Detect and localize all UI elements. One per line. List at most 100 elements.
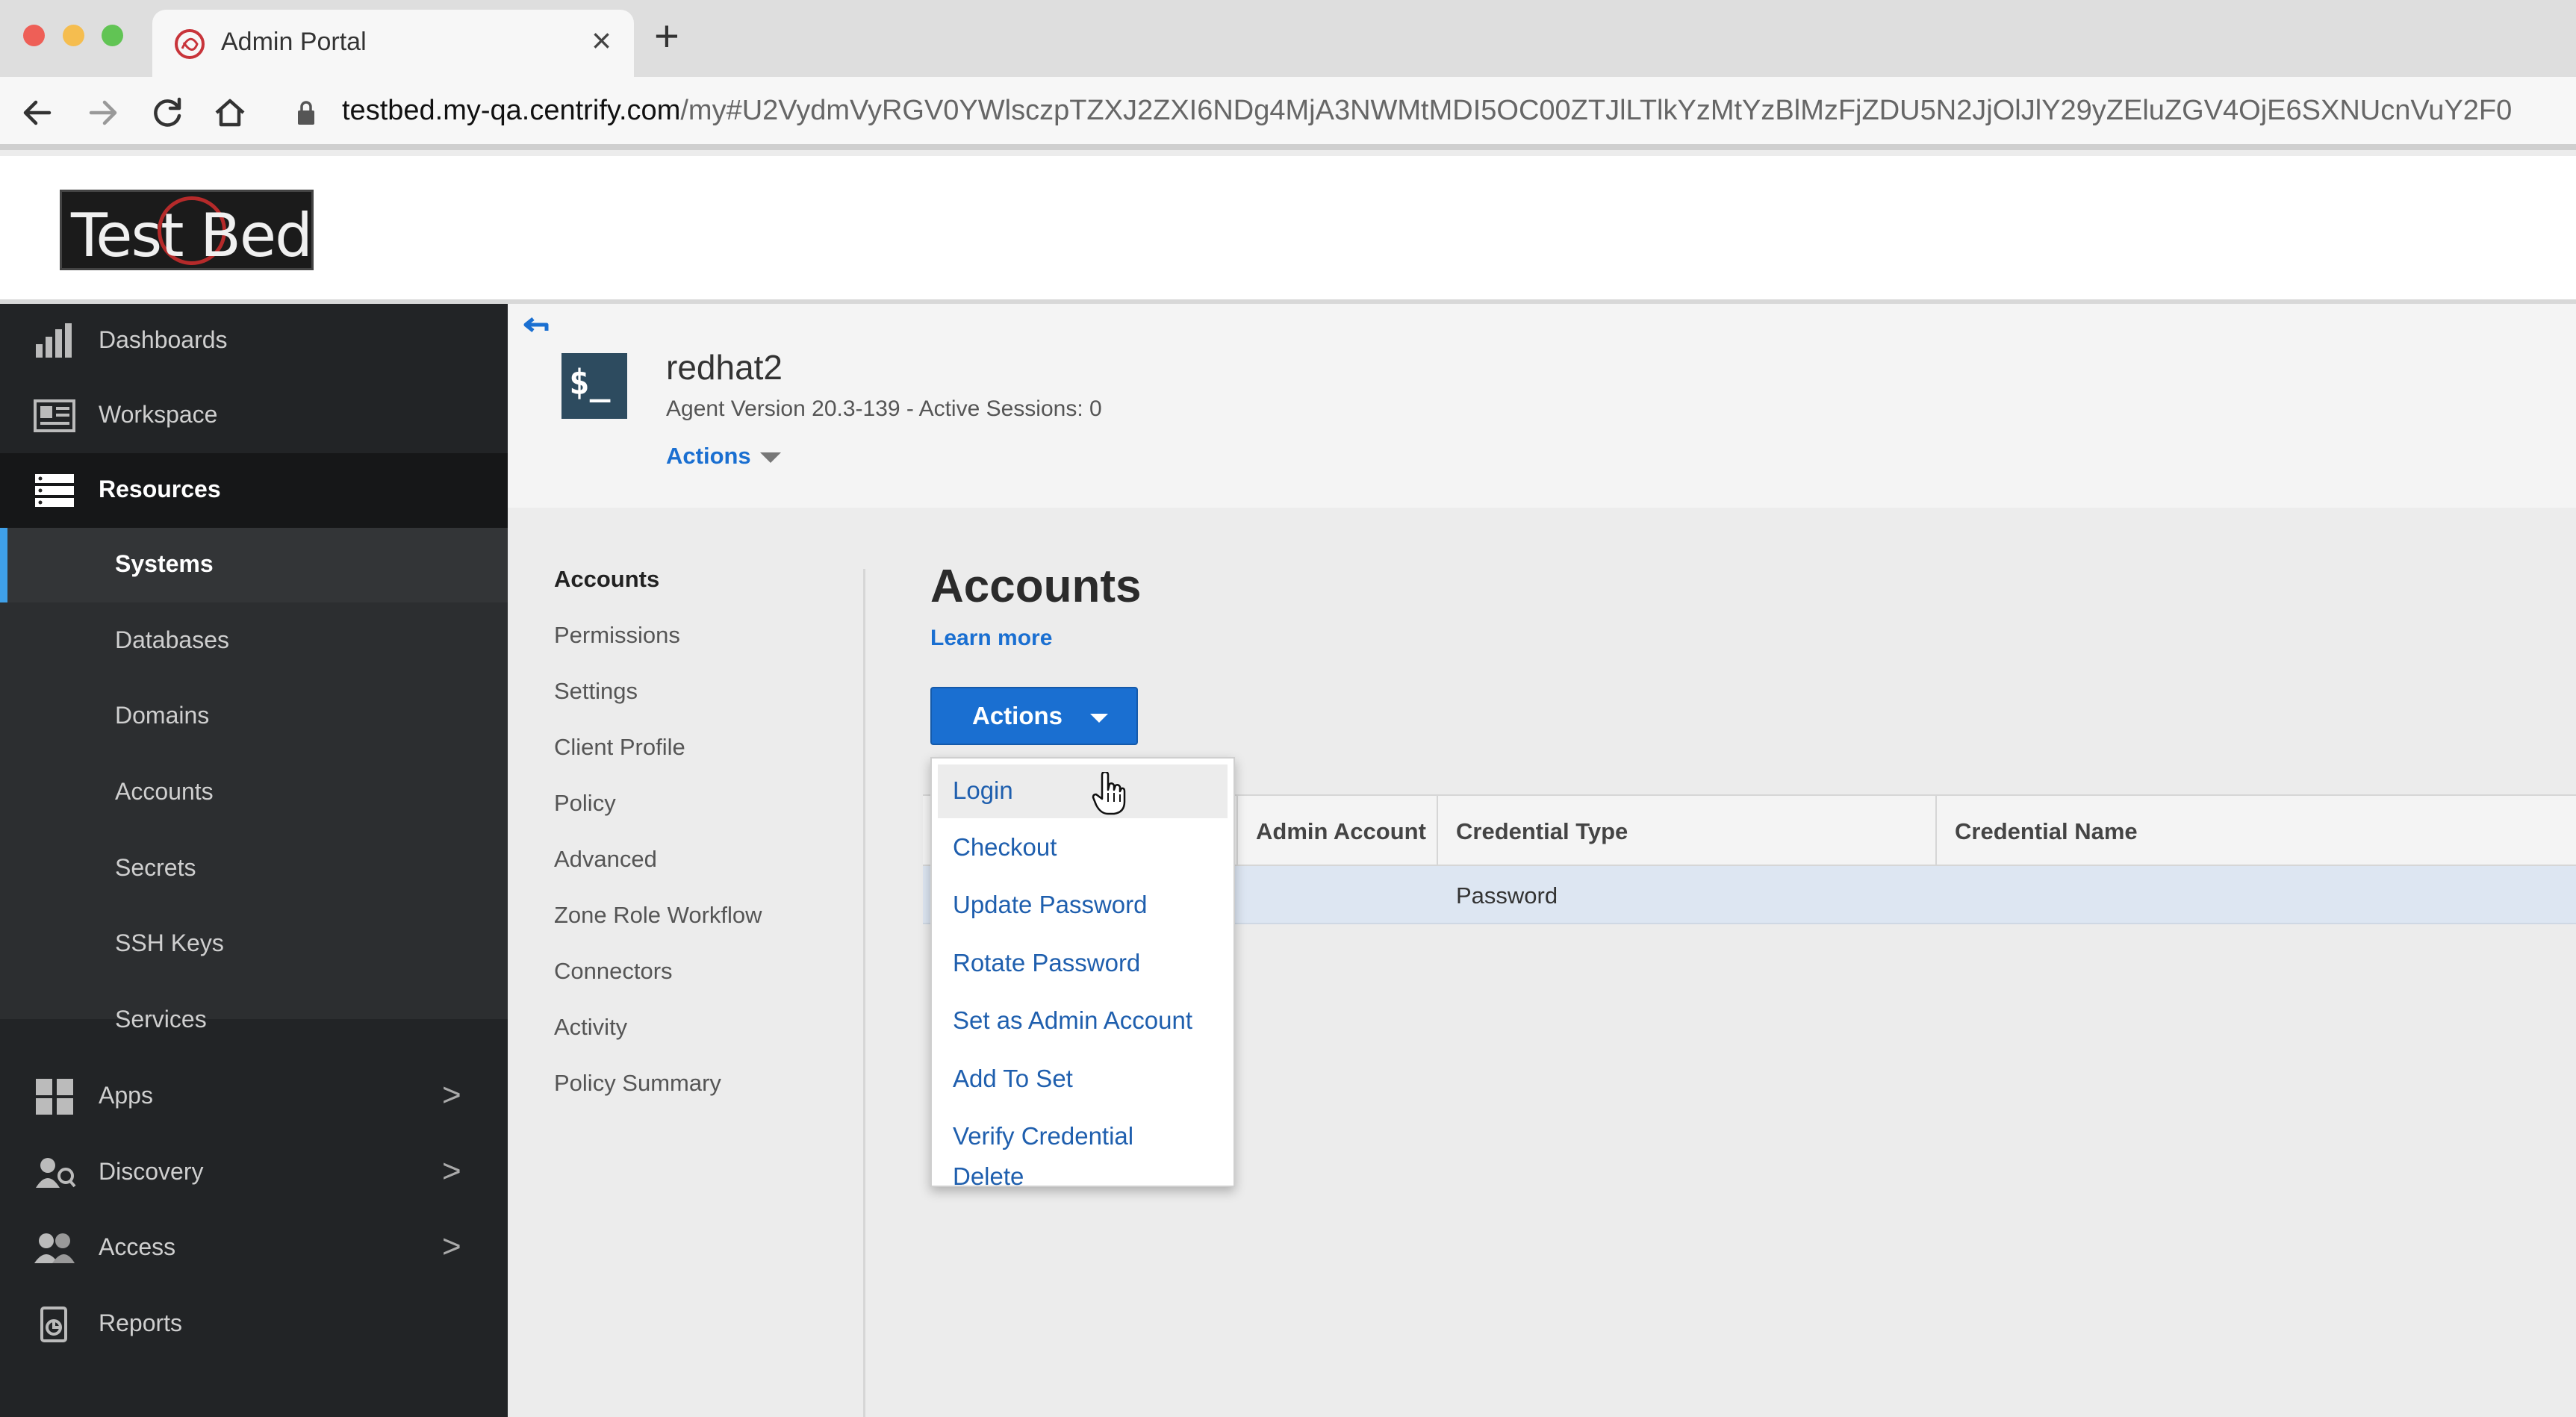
subnav-activity[interactable]: Activity: [554, 1014, 627, 1041]
sidebar-item-apps[interactable]: Apps >: [0, 1059, 508, 1134]
subnav-policy-summary[interactable]: Policy Summary: [554, 1070, 721, 1097]
apps-grid-icon: [36, 1079, 73, 1115]
actions-button-label: Actions: [972, 702, 1063, 729]
back-arrow-icon[interactable]: [15, 90, 60, 135]
menu-item-label: Update Password: [953, 891, 1148, 918]
discovery-icon: [36, 1158, 76, 1188]
sidebar-item-access[interactable]: Access >: [0, 1211, 508, 1286]
subnav-settings[interactable]: Settings: [554, 678, 638, 705]
collapse-back-icon[interactable]: [520, 314, 550, 337]
sidebar-subitem-label: Databases: [115, 626, 229, 653]
subnav-advanced[interactable]: Advanced: [554, 846, 657, 873]
menu-item-login[interactable]: Login: [938, 764, 1228, 818]
sidebar-subitem-label: Domains: [115, 702, 210, 729]
url-field[interactable]: testbed.my-qa.centrify.com/my#U2VydmVyRG…: [342, 95, 2512, 127]
subnav-connectors[interactable]: Connectors: [554, 958, 673, 985]
column-header-credential-type[interactable]: Credential Type: [1456, 818, 1628, 845]
sidebar: Dashboards Workspace Resources Systems D…: [0, 304, 508, 1417]
subnav-zone-role-workflow[interactable]: Zone Role Workflow: [554, 902, 762, 929]
sidebar-subitem-ssh-keys[interactable]: SSH Keys: [0, 907, 508, 982]
sidebar-item-resources[interactable]: Resources: [0, 453, 508, 528]
learn-more-link[interactable]: Learn more: [930, 626, 1052, 651]
column-header-admin-account[interactable]: Admin Account: [1256, 818, 1426, 845]
menu-item-label: Add To Set: [953, 1065, 1073, 1092]
bar-chart-icon: [36, 323, 72, 358]
tab-title: Admin Portal: [221, 28, 367, 56]
sidebar-item-dashboards[interactable]: Dashboards: [0, 304, 508, 379]
system-header: $_ redhat2 Agent Version 20.3-139 - Acti…: [508, 304, 2576, 508]
window-zoom-button[interactable]: [102, 25, 123, 46]
browser-tab[interactable]: Admin Portal ×: [152, 10, 634, 77]
app-header: Test Bed: [0, 156, 2576, 304]
sidebar-item-reports[interactable]: Reports: [0, 1287, 508, 1362]
browser-address-bar: testbed.my-qa.centrify.com/my#U2VydmVyRG…: [0, 77, 2576, 150]
sidebar-item-label: Resources: [99, 476, 221, 502]
sidebar-item-discovery[interactable]: Discovery >: [0, 1136, 508, 1210]
reload-icon[interactable]: [145, 90, 190, 135]
users-icon: [34, 1233, 75, 1263]
sidebar-subitem-label: Systems: [115, 550, 214, 577]
menu-item-update-password[interactable]: Update Password: [932, 879, 1233, 932]
sidebar-item-workspace[interactable]: Workspace: [0, 379, 508, 453]
menu-item-add-to-set[interactable]: Add To Set: [932, 1053, 1233, 1106]
subnav-policy[interactable]: Policy: [554, 790, 616, 817]
sidebar-subitem-databases[interactable]: Databases: [0, 604, 508, 679]
menu-item-delete[interactable]: Delete: [932, 1162, 1233, 1190]
sidebar-subitem-secrets[interactable]: Secrets: [0, 832, 508, 906]
menu-item-set-as-admin-account[interactable]: Set as Admin Account: [932, 994, 1233, 1048]
chevron-right-icon: >: [442, 1228, 461, 1265]
sidebar-subitem-domains[interactable]: Domains: [0, 679, 508, 754]
browser-tab-bar: Admin Portal × +: [0, 0, 2576, 77]
column-separator: [1236, 796, 1238, 868]
sidebar-subitem-services[interactable]: Services: [0, 983, 508, 1058]
new-tab-icon[interactable]: +: [654, 15, 679, 58]
sidebar-item-label: Dashboards: [99, 326, 228, 353]
sidebar-subitem-label: Services: [115, 1006, 207, 1033]
system-actions-label: Actions: [666, 443, 751, 469]
caret-down-icon: [1090, 714, 1108, 723]
caret-down-icon: [759, 452, 781, 463]
actions-button[interactable]: Actions: [930, 687, 1138, 745]
menu-item-label: Login: [953, 776, 1013, 804]
subnav-divider: [863, 569, 865, 1417]
workspace-icon: [34, 399, 75, 432]
subnav-permissions[interactable]: Permissions: [554, 622, 680, 649]
window-minimize-button[interactable]: [63, 25, 84, 46]
sidebar-item-label: Apps: [99, 1082, 153, 1109]
cell-credential-type: Password: [1456, 882, 1558, 909]
sidebar-item-label: Reports: [99, 1309, 183, 1336]
column-header-credential-name[interactable]: Credential Name: [1955, 818, 2138, 845]
reports-icon: [40, 1307, 67, 1342]
menu-item-rotate-password[interactable]: Rotate Password: [932, 937, 1233, 991]
system-name: redhat2: [666, 348, 783, 387]
resources-icon: [35, 474, 74, 507]
column-separator: [1935, 796, 1937, 868]
centrify-favicon-icon: [175, 29, 205, 59]
subnav-client-profile[interactable]: Client Profile: [554, 734, 685, 761]
forward-arrow-icon[interactable]: [81, 90, 125, 135]
menu-item-label: Verify Credential: [953, 1122, 1134, 1150]
actions-dropdown-menu: Login Checkout Update Password Rotate Pa…: [930, 757, 1235, 1190]
sidebar-subitem-label: Accounts: [115, 778, 214, 805]
sidebar-item-label: Access: [99, 1233, 176, 1260]
logo-text: Test Bed: [71, 201, 313, 270]
column-separator: [1437, 796, 1438, 868]
page-title: Accounts: [930, 561, 1142, 612]
url-path: /my#U2VydmVyRGV0YWlsczpTZXJ2ZXI6NDg4MjA3…: [680, 95, 2513, 126]
url-host: testbed.my-qa.centrify.com: [342, 95, 681, 126]
testbed-logo[interactable]: Test Bed: [60, 190, 314, 270]
menu-item-verify-credential[interactable]: Verify Credential: [932, 1110, 1233, 1164]
menu-item-checkout[interactable]: Checkout: [932, 821, 1233, 875]
chevron-right-icon: >: [442, 1077, 461, 1113]
sidebar-subitem-systems[interactable]: Systems: [0, 528, 508, 602]
tab-close-icon[interactable]: ×: [591, 23, 612, 57]
hand-pointer-cursor-icon: [1092, 772, 1126, 815]
subnav-accounts[interactable]: Accounts: [554, 566, 659, 593]
content-area: Accounts Permissions Settings Client Pro…: [508, 508, 2576, 1417]
home-icon[interactable]: [208, 90, 252, 135]
sidebar-subitem-label: Secrets: [115, 854, 196, 881]
system-actions-menu[interactable]: Actions: [666, 443, 781, 470]
sidebar-subitem-accounts[interactable]: Accounts: [0, 756, 508, 830]
lock-icon[interactable]: [296, 99, 317, 126]
window-close-button[interactable]: [23, 25, 45, 46]
